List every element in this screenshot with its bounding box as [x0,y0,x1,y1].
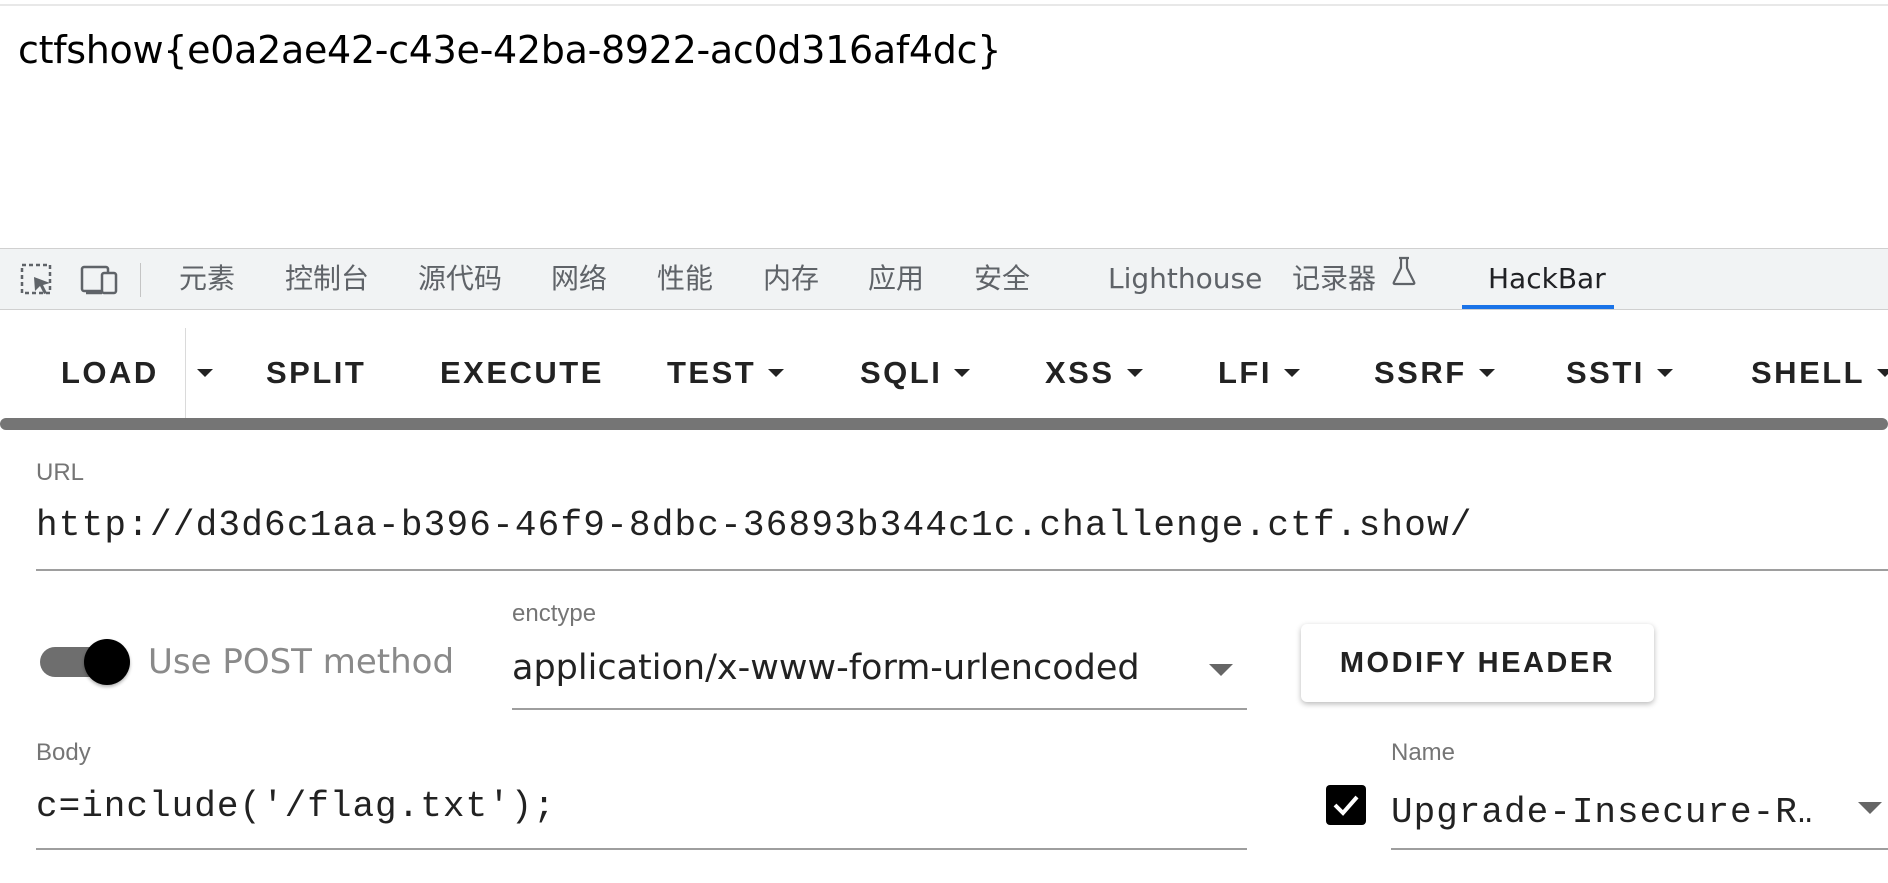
chevron-down-icon [1877,368,1888,377]
body-input-underline [36,848,1247,850]
shell-menu-button[interactable]: SHELL [1751,346,1888,400]
enctype-label: enctype [512,600,597,627]
chevron-down-icon [1126,368,1143,377]
header-name-label: Name [1391,739,1456,766]
url-input[interactable]: http://d3d6c1aa-b396-46f9-8dbc-36893b344… [36,505,1876,546]
body-label: Body [36,739,91,766]
toggle-thumb [84,639,130,685]
tab-lighthouse[interactable]: Lighthouse [1108,249,1262,309]
enctype-underline [512,708,1247,710]
lfi-menu-button[interactable]: LFI [1218,346,1300,400]
load-separator [185,328,186,418]
post-method-toggle[interactable] [40,639,130,685]
tab-recorder[interactable]: 记录器 [1292,249,1417,309]
chevron-down-icon [954,368,971,377]
xss-menu-button[interactable]: XSS [1045,346,1143,400]
body-input[interactable]: c=include('/flag.txt'); [36,786,1236,827]
ssti-menu-label: SSTI [1566,355,1645,390]
tab-application[interactable]: 应用 [868,249,924,309]
enctype-select[interactable]: application/x-www-form-urlencoded [512,630,1247,710]
url-label: URL [36,459,85,486]
tab-security[interactable]: 安全 [974,249,1030,309]
flask-icon [1391,247,1417,307]
split-button[interactable]: SPLIT [266,346,366,400]
lfi-menu-label: LFI [1218,355,1272,390]
header-enabled-checkbox[interactable] [1326,785,1366,825]
tab-elements[interactable]: 元素 [179,249,235,309]
page-output-text: ctfshow{e0a2ae42-c43e-42ba-8922-ac0d316a… [18,28,1002,72]
device-toolbar-icon[interactable] [80,263,118,297]
execute-button[interactable]: EXECUTE [440,346,604,400]
devtools-tab-bar: 元素 控制台 源代码 网络 性能 内存 应用 安全 Lighthouse 记录器… [0,248,1888,310]
xss-menu-label: XSS [1045,355,1115,390]
toolbar-scrollbar[interactable] [0,418,1888,430]
tab-performance[interactable]: 性能 [657,249,713,309]
active-tab-indicator [1462,305,1614,309]
chevron-down-icon [1284,368,1300,377]
ssrf-menu-label: SSRF [1374,355,1467,390]
post-method-label: Use POST method [148,642,455,682]
tab-network[interactable]: 网络 [551,249,607,309]
tab-hackbar[interactable]: HackBar [1488,249,1606,309]
url-input-underline [36,569,1888,571]
chevron-down-icon [1478,368,1495,377]
header-name-underline [1391,848,1888,850]
inspect-element-icon[interactable] [20,263,56,297]
test-menu-button[interactable]: TEST [667,346,785,400]
hackbar-toolbar: LOAD SPLIT EXECUTE TEST SQLI XSS LFI SSR… [0,310,1888,422]
test-menu-label: TEST [667,355,757,390]
sqli-menu-label: SQLI [860,355,943,390]
chevron-down-icon [1209,664,1233,676]
enctype-selected-value: application/x-www-form-urlencoded [512,648,1140,688]
ssrf-menu-button[interactable]: SSRF [1374,346,1495,400]
sqli-menu-button[interactable]: SQLI [860,346,971,400]
checkmark-icon [1333,795,1359,816]
chevron-down-icon [1656,368,1673,377]
chevron-down-icon[interactable] [1858,802,1882,814]
header-name-select[interactable]: Upgrade-Insecure-R… [1391,792,1811,833]
tab-console[interactable]: 控制台 [285,249,369,309]
load-dropdown-button[interactable] [197,346,219,400]
chevron-down-icon [768,368,785,377]
tab-recorder-label: 记录器 [1292,262,1377,295]
modify-header-button[interactable]: MODIFY HEADER [1301,624,1654,702]
page-top-border [0,0,1888,6]
tab-sources[interactable]: 源代码 [418,249,502,309]
ssti-menu-button[interactable]: SSTI [1566,346,1673,400]
chevron-down-icon [197,368,213,377]
tab-memory[interactable]: 内存 [763,249,819,309]
shell-menu-label: SHELL [1751,355,1866,390]
load-button[interactable]: LOAD [61,346,159,400]
devtools-separator [140,263,141,297]
